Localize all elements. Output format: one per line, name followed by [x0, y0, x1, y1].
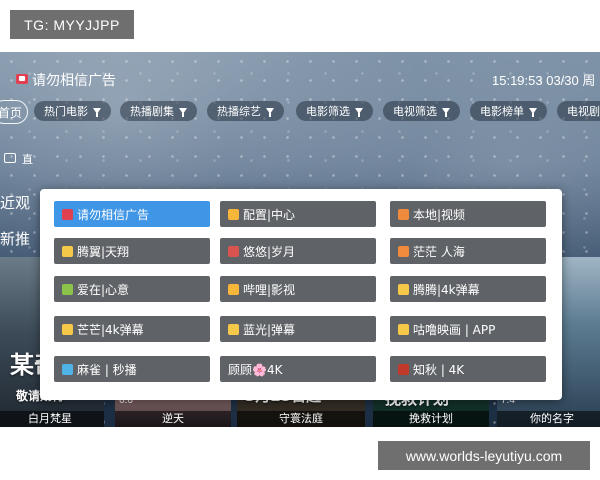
sparkle-icon: [62, 245, 73, 257]
nav-home-tab[interactable]: 首页: [0, 100, 28, 124]
source-option[interactable]: 请勿相信广告: [54, 201, 210, 227]
source-option[interactable]: 芒芒|4k弹幕: [54, 316, 210, 342]
source-option-label: 哔哩|影视: [243, 282, 296, 297]
tv-icon: [4, 153, 16, 163]
source-option[interactable]: 麻雀 | 秒播: [54, 356, 210, 382]
section-recent: 近观: [0, 194, 31, 212]
nav-item-hot-series[interactable]: 热播剧集: [120, 101, 197, 121]
app-title: 请勿相信广告: [32, 73, 116, 89]
section-live: 直: [22, 153, 33, 166]
source-option[interactable]: 茫茫 人海: [390, 238, 546, 264]
tv-heart-icon: [16, 74, 28, 84]
source-option[interactable]: 悠悠|岁月: [220, 238, 376, 264]
poster-title: 守寰法庭: [237, 411, 365, 427]
popcorn-icon: [398, 208, 409, 220]
avocado-icon: [62, 283, 73, 295]
source-option-label: 腾腾|4k弹幕: [413, 282, 480, 297]
poster-title: 挽救计划: [373, 411, 489, 427]
filter-icon: [355, 108, 363, 117]
gift-icon: [228, 245, 239, 257]
source-option-label: 爱在|心意: [77, 282, 130, 297]
nav-item-hot-variety[interactable]: 热播综艺: [207, 101, 284, 121]
source-option-label: 茫茫 人海: [413, 244, 465, 259]
watermark-bottom: www.worlds-leyutiyu.com: [378, 441, 590, 470]
popcorn-icon: [398, 245, 409, 257]
sparkle-icon: [62, 323, 73, 335]
source-option[interactable]: 爱在|心意: [54, 276, 210, 302]
poster-title: 逆天: [115, 411, 231, 427]
nav-item-hot-movies[interactable]: 热门电影: [34, 101, 111, 121]
source-option-label: 麻雀 | 秒播: [77, 362, 137, 377]
nav-item-label: 电视筛选: [393, 105, 437, 118]
leaf-icon: [398, 363, 409, 375]
sparkle-icon: [228, 323, 239, 335]
top-bar: 请勿相信广告 15:19:53 03/30 周: [0, 70, 600, 90]
source-option-label: 腾翼|天翔: [77, 244, 130, 259]
nav-item-movie-ranking[interactable]: 电影榜单: [470, 101, 547, 121]
section-new: 新推: [0, 230, 31, 248]
source-option-label: 咕噜映画 | APP: [413, 322, 496, 337]
source-option-label: 顾顾🌸4K: [228, 362, 283, 377]
bird-icon: [62, 363, 73, 375]
filter-icon: [442, 108, 450, 117]
sparkle-icon: [398, 323, 409, 335]
source-option-label: 请勿相信广告: [77, 207, 150, 222]
source-option[interactable]: 腾腾|4k弹幕: [390, 276, 546, 302]
source-option-label: 配置|中心: [243, 207, 296, 222]
source-option-label: 知秋 | 4K: [413, 362, 465, 377]
sun-icon: [228, 208, 239, 220]
nav-item-tv-series[interactable]: 电视剧: [557, 101, 600, 121]
filter-icon: [529, 108, 537, 117]
source-option[interactable]: 哔哩|影视: [220, 276, 376, 302]
nav-item-label: 电影榜单: [480, 105, 524, 118]
source-option[interactable]: 配置|中心: [220, 201, 376, 227]
source-option-label: 芒芒|4k弹幕: [77, 322, 144, 337]
nav-item-movie-filter[interactable]: 电影筛选: [296, 101, 373, 121]
source-option[interactable]: 知秋 | 4K: [390, 356, 546, 382]
source-option-label: 蓝光|弹幕: [243, 322, 296, 337]
source-option[interactable]: 蓝光|弹幕: [220, 316, 376, 342]
sparkle-icon: [398, 283, 409, 295]
clock: 15:19:53 03/30 周: [492, 73, 596, 88]
source-option[interactable]: 腾翼|天翔: [54, 238, 210, 264]
nav-item-label: 热播综艺: [217, 105, 261, 118]
nav-item-label: 电视剧: [567, 105, 600, 118]
nav-item-label: 热门电影: [44, 105, 88, 118]
tv-heart-icon: [62, 208, 73, 220]
nav-item-label: 热播剧集: [130, 105, 174, 118]
nav-bar: 首页 热门电影 热播剧集 热播综艺 电影筛选 电视筛选 电影榜单 电视剧: [0, 100, 600, 126]
source-option[interactable]: 顾顾🌸4K: [220, 356, 376, 382]
filter-icon: [266, 108, 274, 117]
nav-item-tv-filter[interactable]: 电视筛选: [383, 101, 460, 121]
watermark-top: TG: MYYJJPP: [10, 10, 134, 39]
filter-icon: [93, 108, 101, 117]
source-option[interactable]: 咕噜映画 | APP: [390, 316, 546, 342]
poster-title: 你的名字: [497, 411, 600, 427]
source-option[interactable]: 本地|视频: [390, 201, 546, 227]
filter-icon: [179, 108, 187, 117]
source-selector-popup: 请勿相信广告 配置|中心 本地|视频腾翼|天翔 悠悠|岁月 茫茫 人海爱在|心意 哔哩|影…: [40, 189, 562, 400]
source-option-label: 本地|视频: [413, 207, 466, 222]
tv-app-screen: 请勿相信广告 15:19:53 03/30 周 首页 热门电影 热播剧集 热播综…: [0, 52, 600, 427]
nav-item-label: 电影筛选: [306, 105, 350, 118]
poster-title: 白月梵星: [0, 411, 104, 427]
sun-icon: [228, 283, 239, 295]
source-option-label: 悠悠|岁月: [243, 244, 296, 259]
